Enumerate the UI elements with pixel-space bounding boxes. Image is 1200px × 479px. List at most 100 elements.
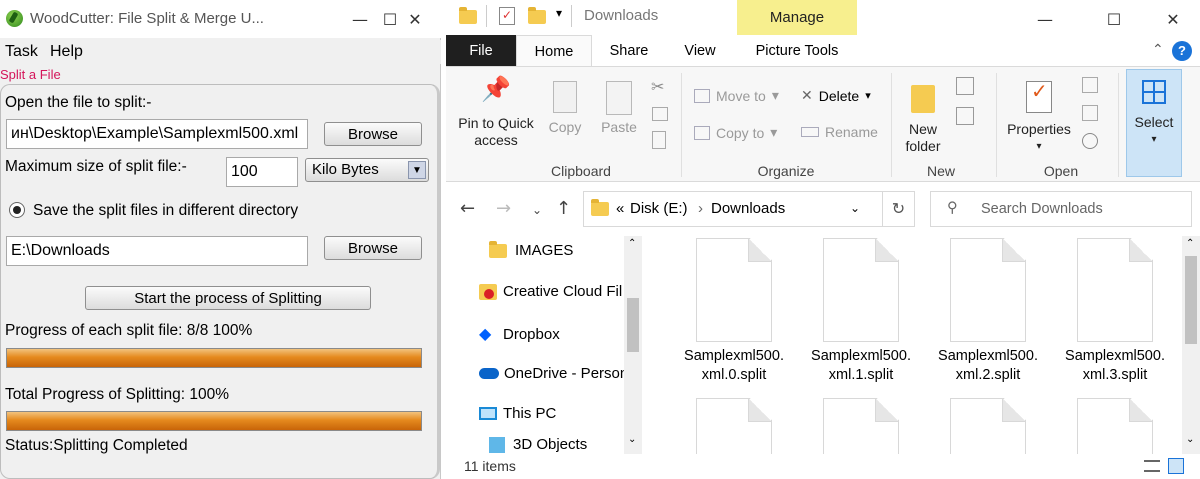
customize-quick-access-icon[interactable]: ▾: [556, 6, 562, 20]
tab-share[interactable]: Share: [601, 35, 657, 67]
nav-scroll-thumb[interactable]: [627, 298, 639, 352]
nav-item-images[interactable]: IMAGES: [489, 240, 573, 259]
tab-file[interactable]: File: [446, 35, 516, 67]
progress-each-label: Progress of each split file: 8/8 100%: [5, 322, 253, 339]
address-bar[interactable]: « Disk (E:) › Downloads ⌄: [583, 191, 883, 227]
cut-icon[interactable]: ✂: [651, 77, 664, 97]
scroll-down-icon[interactable]: ⌄: [628, 434, 636, 445]
edit-icon[interactable]: [1082, 105, 1098, 121]
up-arrow-icon[interactable]: ↑: [556, 198, 571, 219]
recent-locations-icon[interactable]: ⌄: [532, 203, 542, 217]
manage-tab[interactable]: Manage: [737, 0, 857, 35]
explorer-maximize-button[interactable]: ☐: [1091, 0, 1137, 38]
copy-button[interactable]: Copy: [542, 81, 588, 136]
size-unit-select[interactable]: Kilo Bytes ▼: [305, 158, 429, 182]
woodcutter-app-icon: [6, 10, 23, 27]
nav-item-dropbox[interactable]: ◆ Dropbox: [479, 324, 560, 344]
delete-label: Delete: [818, 87, 860, 104]
explorer-minimize-button[interactable]: —: [1022, 0, 1068, 38]
select-button[interactable]: Select ▾: [1126, 69, 1182, 177]
browse-dir-button[interactable]: Browse: [324, 236, 422, 260]
address-disk[interactable]: Disk (E:): [630, 200, 688, 217]
search-box[interactable]: ⚲ Search Downloads: [930, 191, 1192, 227]
files-scrollbar[interactable]: ⌃ ⌄: [1182, 236, 1200, 454]
address-folder-icon: [591, 199, 609, 216]
move-to-button[interactable]: Move to ▾: [694, 87, 779, 104]
folder-icon: [489, 240, 507, 258]
new-item-icon[interactable]: [956, 77, 974, 95]
address-folder[interactable]: Downloads: [711, 200, 785, 217]
file-icon[interactable]: [1077, 398, 1153, 454]
file-icon[interactable]: [696, 398, 772, 454]
details-view-icon[interactable]: [1144, 460, 1160, 472]
scroll-down-icon[interactable]: ⌄: [1186, 434, 1194, 445]
properties-button[interactable]: ✓ Properties ▾: [1002, 81, 1076, 155]
move-to-label: Move to: [716, 87, 766, 104]
tab-picture-tools[interactable]: Picture Tools: [737, 35, 857, 67]
rename-button[interactable]: Rename: [801, 124, 878, 140]
split-group-label: Split a File: [0, 67, 61, 82]
large-icons-view-icon[interactable]: [1168, 458, 1184, 474]
paste-icon: [606, 81, 632, 115]
menubar: Task Help: [0, 40, 441, 64]
properties-quick-icon[interactable]: ✓: [499, 7, 515, 25]
address-dropdown-icon[interactable]: ⌄: [850, 201, 860, 215]
nav-item-creative-cloud[interactable]: Creative Cloud Fil: [479, 283, 622, 300]
copy-to-button[interactable]: Copy to ▾: [694, 124, 777, 141]
nav-item-label: OneDrive - Person: [504, 365, 629, 382]
copy-to-icon: [694, 125, 710, 140]
nav-item-onedrive[interactable]: OneDrive - Person: [479, 365, 628, 382]
nav-scrollbar[interactable]: ⌃ ⌄: [624, 236, 642, 454]
close-button[interactable]: ✕: [392, 0, 438, 38]
file-item[interactable]: Samplexml500. xml.2.split: [928, 238, 1048, 385]
open-icon[interactable]: [1082, 77, 1098, 93]
paste-button[interactable]: Paste: [596, 81, 642, 136]
menu-task[interactable]: Task: [5, 43, 38, 61]
file-item[interactable]: Samplexml500. xml.1.split: [801, 238, 921, 385]
browse-file-button[interactable]: Browse: [324, 122, 422, 146]
refresh-icon[interactable]: ↻: [883, 191, 915, 227]
explorer-close-button[interactable]: ✕: [1150, 0, 1196, 38]
progress-total-fill: [7, 412, 421, 430]
move-to-icon: [694, 88, 710, 103]
tab-home[interactable]: Home: [516, 35, 592, 67]
copy-path-icon[interactable]: [652, 107, 668, 121]
paste-label: Paste: [601, 119, 637, 135]
scroll-up-icon[interactable]: ⌃: [1186, 238, 1194, 249]
back-arrow-icon[interactable]: ←: [460, 198, 475, 219]
delete-icon: ✕: [801, 87, 813, 103]
file-item[interactable]: Samplexml500. xml.3.split: [1055, 238, 1175, 385]
file-item[interactable]: Samplexml500. xml.0.split: [674, 238, 794, 385]
ribbon-tabs: File Home Share View Picture Tools ⌃ ?: [446, 35, 1200, 67]
nav-item-3d-objects[interactable]: 3D Objects: [489, 436, 587, 453]
creative-cloud-icon: [479, 283, 497, 300]
menu-help[interactable]: Help: [50, 43, 83, 61]
start-splitting-button[interactable]: Start the process of Splitting: [85, 286, 371, 310]
nav-item-label: 3D Objects: [513, 436, 588, 453]
new-folder-quick-icon[interactable]: [528, 7, 546, 24]
output-dir-input[interactable]: E:\Downloads: [6, 236, 308, 266]
search-icon: ⚲: [947, 200, 958, 216]
max-size-input[interactable]: 100: [226, 157, 298, 187]
easy-access-icon[interactable]: [956, 107, 974, 125]
delete-button[interactable]: ✕ Delete ▾: [801, 87, 871, 104]
new-folder-button[interactable]: New folder: [898, 81, 948, 155]
file-icon[interactable]: [823, 398, 899, 454]
ribbon-separator: [996, 73, 997, 177]
file-name: Samplexml500. xml.0.split: [684, 348, 784, 383]
copy-to-label: Copy to: [716, 124, 765, 141]
tab-view[interactable]: View: [672, 35, 728, 67]
file-path-input[interactable]: ин\Desktop\Example\Samplexml500.xml: [6, 119, 308, 149]
save-different-dir-radio[interactable]: [9, 202, 25, 218]
file-icon[interactable]: [950, 398, 1026, 454]
paste-shortcut-icon[interactable]: [652, 131, 666, 149]
files-scroll-thumb[interactable]: [1185, 256, 1197, 344]
collapse-ribbon-icon[interactable]: ⌃: [1152, 41, 1164, 58]
scroll-up-icon[interactable]: ⌃: [628, 238, 636, 249]
help-icon[interactable]: ?: [1172, 41, 1192, 61]
nav-item-this-pc[interactable]: This PC: [479, 405, 556, 422]
pin-quick-access-button[interactable]: 📌 Pin to Quick access: [452, 78, 540, 149]
history-icon[interactable]: [1082, 133, 1098, 149]
forward-arrow-icon[interactable]: →: [496, 198, 511, 219]
rename-label: Rename: [825, 124, 878, 140]
